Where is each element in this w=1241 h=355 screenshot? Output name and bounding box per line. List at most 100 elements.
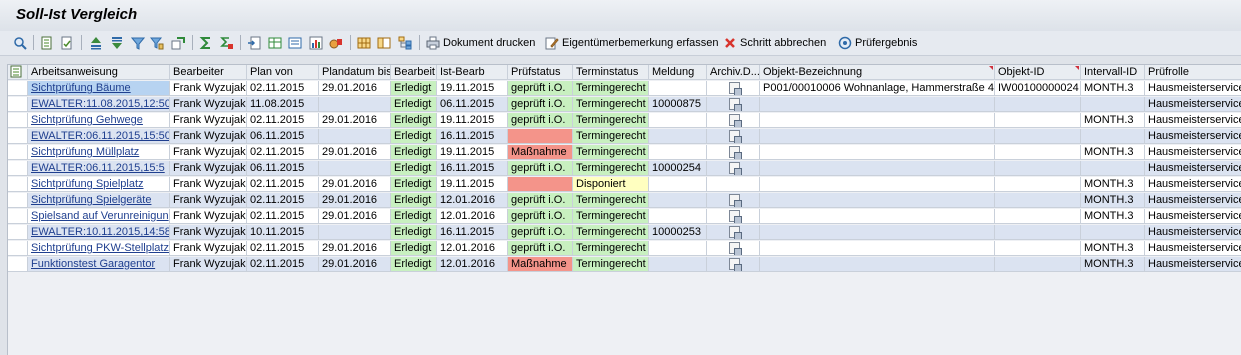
archiv-cell[interactable]: [707, 145, 760, 160]
table-row[interactable]: Sichtprüfung Bäume Frank Wyzujak 02.11.201…: [8, 81, 1241, 97]
row-selector[interactable]: [8, 225, 28, 240]
archiv-cell[interactable]: [707, 209, 760, 224]
arbeitsanweisung-cell[interactable]: EWALTER:06.11.2015,15:50: [28, 129, 170, 144]
archive-document-icon[interactable]: [729, 226, 742, 239]
work-instruction-link[interactable]: EWALTER:06.11.2015,15:5: [31, 162, 165, 174]
table-row[interactable]: EWALTER:06.11.2015,15:5 Frank Wyzujak 06.1…: [8, 161, 1241, 177]
archiv-cell[interactable]: [707, 129, 760, 144]
work-instruction-link[interactable]: Sichtprüfung Spielgeräte: [31, 194, 151, 206]
archive-document-icon[interactable]: [729, 258, 742, 271]
col-meldung-header[interactable]: Meldung: [649, 65, 707, 80]
row-selector[interactable]: [8, 145, 28, 160]
archive-document-icon[interactable]: [729, 242, 742, 255]
col-pruefrolle-header[interactable]: Prüfrolle: [1145, 65, 1241, 80]
archiv-cell[interactable]: [707, 161, 760, 176]
table-row[interactable]: EWALTER:06.11.2015,15:50 Frank Wyzujak 06.…: [8, 129, 1241, 145]
arbeitsanweisung-cell[interactable]: Sichtprüfung PKW-Stellplatz: [28, 241, 170, 256]
deselect-button[interactable]: [377, 34, 391, 51]
abc-analysis-button[interactable]: [329, 34, 343, 51]
export-button[interactable]: [247, 34, 261, 51]
word-button[interactable]: [288, 34, 302, 51]
table-row[interactable]: Sichtprüfung Spielplatz Frank Wyzujak 02.1…: [8, 177, 1241, 193]
details-button[interactable]: [40, 34, 54, 51]
archiv-cell[interactable]: [707, 193, 760, 208]
check-button[interactable]: [60, 34, 74, 51]
owner-remark-button[interactable]: Eigentümerbemerkung erfassen: [545, 34, 719, 51]
archiv-cell[interactable]: [707, 113, 760, 128]
archive-document-icon[interactable]: [729, 130, 742, 143]
col-plandatum-bis-header[interactable]: Plandatum bis: [319, 65, 391, 80]
work-instruction-link[interactable]: Sichtprüfung Spielplatz: [31, 178, 144, 190]
archive-document-icon[interactable]: [729, 210, 742, 223]
work-instruction-link[interactable]: EWALTER:11.08.2015,12:50: [31, 98, 169, 110]
row-selector[interactable]: [8, 241, 28, 256]
table-row[interactable]: EWALTER:11.08.2015,12:50 Frank Wyzujak 11.…: [8, 97, 1241, 113]
work-instruction-link[interactable]: Sichtprüfung PKW-Stellplatz: [31, 242, 169, 254]
row-selector[interactable]: [8, 129, 28, 144]
col-bearbeit-header[interactable]: Bearbeit.: [391, 65, 437, 80]
col-bearbeiter-header[interactable]: Bearbeiter: [170, 65, 247, 80]
work-instruction-link[interactable]: Sichtprüfung Gehwege: [31, 114, 143, 126]
sort-descending-button[interactable]: [110, 34, 124, 51]
test-result-button[interactable]: Prüfergebnis: [838, 34, 917, 51]
col-archiv-header[interactable]: Archiv.D...: [707, 65, 760, 80]
work-instruction-link[interactable]: EWALTER:06.11.2015,15:50: [31, 130, 169, 142]
archive-document-icon[interactable]: [729, 146, 742, 159]
archiv-cell[interactable]: [707, 81, 760, 96]
row-selector[interactable]: [8, 209, 28, 224]
row-selector[interactable]: [8, 161, 28, 176]
table-row[interactable]: Sichtprüfung Müllplatz Frank Wyzujak 02.11…: [8, 145, 1241, 161]
arbeitsanweisung-cell[interactable]: Spielsand auf Verunreinigun: [28, 209, 170, 224]
row-selector[interactable]: [8, 81, 28, 96]
col-terminstatus-header[interactable]: Terminstatus: [573, 65, 649, 80]
arbeitsanweisung-cell[interactable]: Sichtprüfung Spielplatz: [28, 177, 170, 192]
tree-button[interactable]: [398, 34, 412, 51]
row-selector[interactable]: [8, 177, 28, 192]
row-selector[interactable]: [8, 193, 28, 208]
arbeitsanweisung-cell[interactable]: Funktionstest Garagentor: [28, 257, 170, 272]
archiv-cell[interactable]: [707, 241, 760, 256]
select-all-button[interactable]: [357, 34, 371, 51]
archiv-cell[interactable]: [707, 257, 760, 272]
work-instruction-link[interactable]: Sichtprüfung Bäume: [31, 82, 131, 94]
archive-document-icon[interactable]: [729, 194, 742, 207]
col-plan-von-header[interactable]: Plan von: [247, 65, 319, 80]
work-instruction-link[interactable]: Spielsand auf Verunreinigun: [31, 210, 169, 222]
arbeitsanweisung-cell[interactable]: Sichtprüfung Bäume: [28, 81, 170, 96]
find-button[interactable]: [13, 34, 27, 51]
arbeitsanweisung-cell[interactable]: Sichtprüfung Müllplatz: [28, 145, 170, 160]
row-selector[interactable]: [8, 257, 28, 272]
cancel-step-button[interactable]: Schritt abbrechen: [723, 34, 826, 51]
work-instruction-link[interactable]: Sichtprüfung Müllplatz: [31, 146, 139, 158]
subtotal-button[interactable]: [220, 34, 234, 51]
archiv-cell[interactable]: [707, 177, 760, 192]
arbeitsanweisung-cell[interactable]: EWALTER:06.11.2015,15:5: [28, 161, 170, 176]
archiv-cell[interactable]: [707, 97, 760, 112]
layout-button[interactable]: [171, 34, 185, 51]
select-all-rows[interactable]: [8, 65, 28, 80]
row-selector[interactable]: [8, 113, 28, 128]
archive-document-icon[interactable]: [729, 82, 742, 95]
table-row[interactable]: Sichtprüfung PKW-Stellplatz Frank Wyzujak…: [8, 241, 1241, 257]
row-selector[interactable]: [8, 97, 28, 112]
arbeitsanweisung-cell[interactable]: Sichtprüfung Gehwege: [28, 113, 170, 128]
graphic-button[interactable]: [309, 34, 323, 51]
col-arbeitsanweisung-header[interactable]: Arbeitsanweisung: [28, 65, 170, 80]
table-row[interactable]: EWALTER:10.11.2015,14:58 Frank Wyzujak 10.…: [8, 225, 1241, 241]
spreadsheet-button[interactable]: [268, 34, 282, 51]
arbeitsanweisung-cell[interactable]: EWALTER:10.11.2015,14:58: [28, 225, 170, 240]
table-row[interactable]: Sichtprüfung Gehwege Frank Wyzujak 02.11.2…: [8, 113, 1241, 129]
archive-document-icon[interactable]: [729, 114, 742, 127]
sort-ascending-button[interactable]: [89, 34, 103, 51]
col-pruefstatus-header[interactable]: Prüfstatus: [508, 65, 573, 80]
col-objekt-id-header[interactable]: Objekt-ID: [995, 65, 1081, 80]
table-row[interactable]: Funktionstest Garagentor Frank Wyzujak 02.…: [8, 257, 1241, 273]
archive-document-icon[interactable]: [729, 98, 742, 111]
col-objekt-bezeichnung-header[interactable]: Objekt-Bezeichnung: [760, 65, 995, 80]
work-instruction-link[interactable]: Funktionstest Garagentor: [31, 258, 155, 270]
filter-options-button[interactable]: [150, 34, 164, 51]
archiv-cell[interactable]: [707, 225, 760, 240]
arbeitsanweisung-cell[interactable]: Sichtprüfung Spielgeräte: [28, 193, 170, 208]
col-intervall-id-header[interactable]: Intervall-ID: [1081, 65, 1145, 80]
table-row[interactable]: Spielsand auf Verunreinigun Frank Wyzujak…: [8, 209, 1241, 225]
